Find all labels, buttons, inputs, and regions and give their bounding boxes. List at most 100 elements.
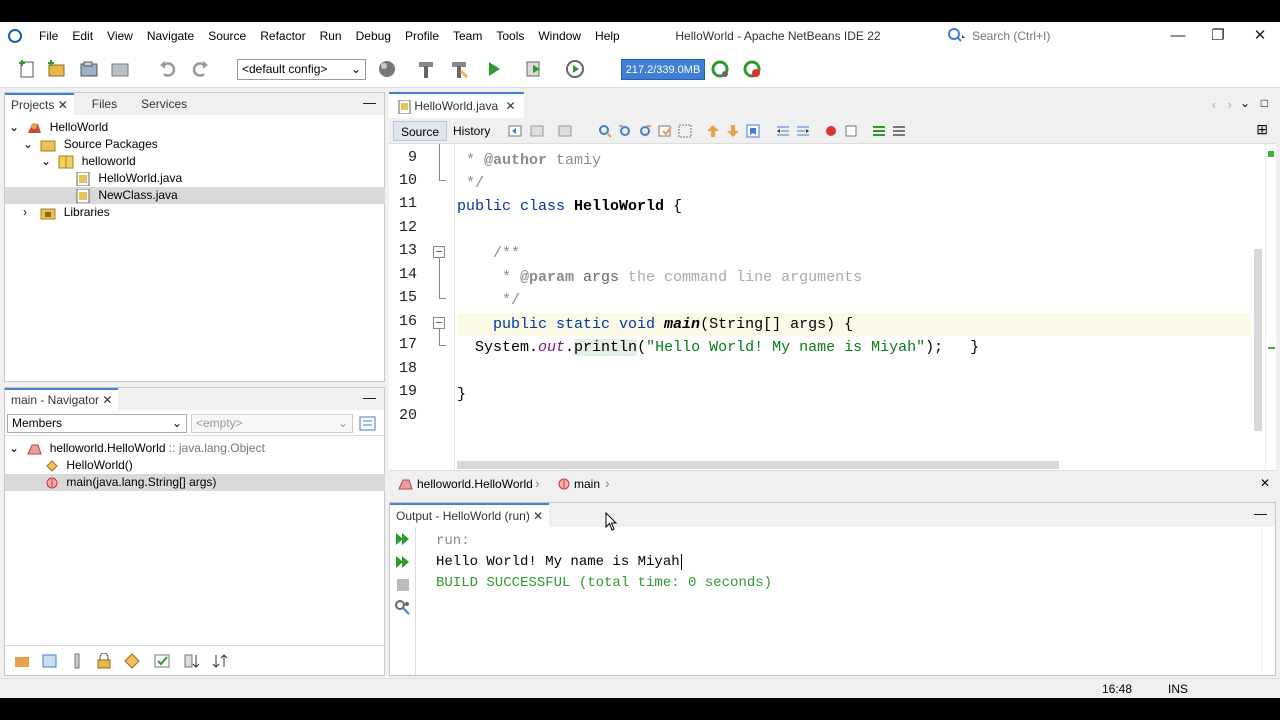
- shift-right-icon[interactable]: [795, 123, 811, 139]
- vertical-scroll-thumb[interactable]: [1254, 249, 1262, 431]
- expand-icon[interactable]: ⌄: [41, 153, 51, 170]
- code-text[interactable]: * @author tamiy */ public class HelloWor…: [457, 144, 1276, 470]
- nav-item-main-method[interactable]: main(java.lang.String[] args): [5, 474, 385, 491]
- menu-profile[interactable]: Profile: [398, 22, 446, 50]
- stop-macro-icon[interactable]: [843, 123, 859, 139]
- uncomment-icon[interactable]: [891, 123, 907, 139]
- breadcrumb-method[interactable]: main: [574, 477, 600, 491]
- expand-icon[interactable]: ⌄: [9, 119, 19, 136]
- menu-team[interactable]: Team: [446, 22, 489, 50]
- maximize-editor-icon[interactable]: □: [1261, 96, 1268, 110]
- sort-name-icon[interactable]: [183, 653, 201, 669]
- menu-edit[interactable]: Edit: [65, 22, 100, 50]
- start-macro-icon[interactable]: [823, 123, 839, 139]
- scroll-tabs-left-icon[interactable]: ‹: [1212, 97, 1216, 112]
- tree-item-helloworld-project[interactable]: ⌄ HelloWorld: [5, 119, 385, 136]
- toggle-rect-selection-icon[interactable]: [677, 123, 693, 139]
- build-button[interactable]: [416, 59, 436, 79]
- close-icon[interactable]: ✕: [506, 99, 516, 113]
- new-file-button[interactable]: [17, 59, 37, 79]
- context-select[interactable]: <empty> ⌄: [191, 414, 353, 433]
- open-project-button[interactable]: [79, 59, 99, 79]
- insert-mode[interactable]: INS: [1168, 682, 1188, 696]
- output-scrollbar[interactable]: [1261, 527, 1275, 675]
- horizontal-scroll-thumb[interactable]: [457, 461, 1059, 469]
- tree-item-source-packages[interactable]: ⌄ Source Packages: [5, 136, 385, 153]
- run-button[interactable]: [484, 59, 504, 79]
- add-split-icon[interactable]: ⊞: [1256, 121, 1268, 138]
- breadcrumb-class[interactable]: helloworld.HelloWorld: [417, 477, 533, 491]
- caret-position[interactable]: 16:48: [1102, 682, 1132, 696]
- shift-left-icon[interactable]: [775, 123, 791, 139]
- search-input[interactable]: [968, 27, 1150, 45]
- filter-options-icon[interactable]: [359, 415, 377, 433]
- last-edit-icon[interactable]: [507, 123, 523, 139]
- source-mode-button[interactable]: Source: [393, 121, 448, 141]
- close-breadcrumb-icon[interactable]: ✕: [1260, 476, 1270, 490]
- new-project-button[interactable]: [46, 59, 66, 79]
- next-bookmark-icon[interactable]: [725, 123, 741, 139]
- menu-view[interactable]: View: [100, 22, 140, 50]
- static-filter-icon[interactable]: [69, 653, 87, 669]
- menu-debug[interactable]: Debug: [349, 22, 398, 50]
- tab-list-icon[interactable]: ⌄: [1240, 96, 1250, 110]
- menu-source[interactable]: Source: [201, 22, 253, 50]
- debug-button[interactable]: [524, 59, 544, 79]
- search-box[interactable]: [946, 26, 1152, 46]
- undo-button[interactable]: [158, 59, 178, 79]
- minimize-panel-icon[interactable]: —: [1254, 506, 1267, 521]
- back-icon[interactable]: [529, 123, 545, 139]
- find-previous-icon[interactable]: [617, 123, 633, 139]
- menu-run[interactable]: Run: [313, 22, 349, 50]
- find-next-icon[interactable]: [637, 123, 653, 139]
- output-text[interactable]: run: Hello World! My name is Miyah BUILD…: [390, 527, 1260, 675]
- close-icon[interactable]: ✕: [102, 393, 112, 407]
- menu-navigate[interactable]: Navigate: [140, 22, 201, 50]
- menu-tools[interactable]: Tools: [489, 22, 531, 50]
- globe-button[interactable]: [377, 59, 397, 79]
- code-area[interactable]: 9 10 11 12 13 14 15 16 17 18 19 20 – – *…: [389, 144, 1276, 470]
- nav-item-class[interactable]: ⌄ helloworld.HelloWorld :: java.lang.Obj…: [5, 440, 385, 457]
- tab-navigator[interactable]: main - Navigator ✕: [5, 388, 119, 410]
- sort-source-icon[interactable]: [211, 653, 229, 669]
- tree-item-helloworld-java[interactable]: HelloWorld.java: [5, 170, 385, 187]
- fold-toggle-icon[interactable]: –: [433, 317, 445, 329]
- history-mode-button[interactable]: History: [447, 121, 496, 141]
- tree-item-helloworld-package[interactable]: ⌄ helloworld: [5, 153, 385, 170]
- sort-by-kind-icon[interactable]: [123, 653, 141, 669]
- menu-refactor[interactable]: Refactor: [253, 22, 312, 50]
- vertical-scrollbar[interactable]: [1251, 144, 1265, 470]
- tab-files[interactable]: Files: [86, 93, 123, 115]
- gc-button[interactable]: [710, 59, 730, 79]
- toggle-bookmark-icon[interactable]: [745, 123, 761, 139]
- tree-item-libraries[interactable]: › Libraries: [5, 204, 385, 221]
- previous-bookmark-icon[interactable]: [705, 123, 721, 139]
- scroll-tabs-right-icon[interactable]: ›: [1228, 97, 1232, 112]
- minimize-panel-icon[interactable]: —: [363, 390, 376, 405]
- expand-icon[interactable]: ⌄: [23, 136, 33, 153]
- close-icon[interactable]: ✕: [533, 509, 543, 523]
- expand-icon[interactable]: ⌄: [9, 440, 19, 457]
- fold-toggle-icon[interactable]: –: [433, 246, 445, 258]
- tab-services[interactable]: Services: [135, 93, 193, 115]
- redo-button[interactable]: [190, 59, 210, 79]
- javadoc-icon[interactable]: [153, 653, 171, 669]
- inherited-members-icon[interactable]: [13, 653, 31, 669]
- nav-item-constructor[interactable]: HelloWorld(): [5, 457, 385, 474]
- close-window-button[interactable]: ✕: [1240, 22, 1280, 50]
- tab-projects[interactable]: Projects ✕: [5, 93, 74, 115]
- comment-icon[interactable]: [871, 123, 887, 139]
- tab-output[interactable]: Output - HelloWorld (run) ✕: [390, 503, 550, 527]
- configuration-select[interactable]: <default config> ⌄: [237, 59, 366, 80]
- toggle-highlight-icon[interactable]: [657, 123, 673, 139]
- fields-filter-icon[interactable]: [41, 653, 59, 669]
- profile-button[interactable]: [565, 59, 585, 79]
- close-project-button[interactable]: [110, 59, 130, 79]
- memory-indicator[interactable]: 217.2/339.0MB: [621, 59, 705, 80]
- expand-right-icon[interactable]: ›: [23, 204, 31, 221]
- horizontal-scrollbar[interactable]: [457, 460, 1251, 470]
- maximize-button[interactable]: ❐: [1198, 22, 1238, 50]
- lock-icon[interactable]: [95, 653, 113, 669]
- menu-file[interactable]: File: [32, 22, 65, 50]
- tree-item-newclass-java[interactable]: NewClass.java: [5, 187, 385, 204]
